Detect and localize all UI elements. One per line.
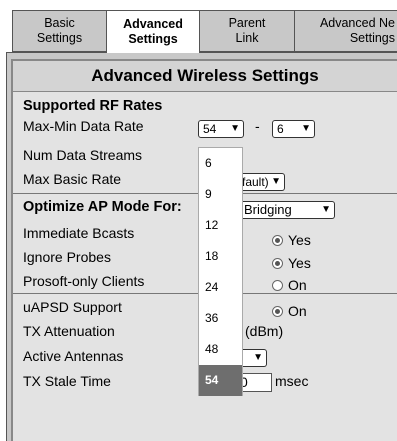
max-basic-rate-value: fault) (242, 175, 269, 189)
settings-frame: Basic Settings Advanced Settings Parent … (0, 0, 397, 441)
tx-attenuation-label: TX Attenuation (23, 323, 115, 339)
tab-label-line1: Advanced Ne (319, 16, 395, 30)
active-antennas-label: Active Antennas (23, 348, 124, 364)
chevron-down-icon: ▼ (230, 123, 240, 134)
min-rate-value: 6 (277, 122, 284, 136)
tab-advanced-network-settings[interactable]: Advanced Ne Settings (294, 10, 397, 52)
chevron-down-icon: ▼ (321, 204, 331, 215)
tab-label-line1: Basic (44, 16, 75, 30)
section-heading-rf-rates: Supported RF Rates (23, 98, 163, 114)
radio-selected-icon (272, 258, 283, 269)
tx-attenuation-unit: (dBm) (245, 323, 284, 339)
dropdown-option[interactable]: 9 (199, 179, 242, 210)
radio-label: Yes (288, 232, 311, 248)
ignore-probes-label: Ignore Probes (23, 249, 111, 265)
ignore-probes-yes-option[interactable]: Yes (272, 255, 311, 271)
tab-label-line2: Settings (128, 32, 178, 46)
min-rate-select[interactable]: 6 ▼ (272, 120, 315, 138)
dropdown-option[interactable]: 18 (199, 241, 242, 272)
dropdown-option[interactable]: 24 (199, 272, 242, 303)
tab-label-line2: Settings (349, 31, 395, 45)
immediate-bcasts-yes-option[interactable]: Yes (272, 232, 311, 248)
radio-unselected-icon (272, 280, 283, 291)
num-data-streams-label: Num Data Streams (23, 147, 143, 163)
tab-label-line1: Advanced (123, 17, 183, 31)
radio-label: On (288, 303, 307, 319)
uapsd-support-label: uAPSD Support (23, 299, 122, 315)
tab-parent-link[interactable]: Parent Link (199, 10, 295, 52)
tab-label-line2: Settings (36, 31, 83, 45)
prosoft-clients-label: Prosoft-only Clients (23, 273, 145, 289)
tab-label-line1: Parent (228, 16, 266, 30)
chevron-down-icon: ▼ (301, 123, 311, 134)
data-rate-dropdown-list[interactable]: 6 9 12 18 24 36 48 54 (198, 147, 243, 396)
prosoft-clients-on-option[interactable]: On (272, 277, 307, 293)
dropdown-option[interactable]: 48 (199, 334, 242, 365)
immediate-bcasts-label: Immediate Bcasts (23, 225, 135, 241)
tab-label-line2: Link (235, 31, 259, 45)
radio-label: Yes (288, 255, 311, 271)
max-min-rate-label: Max-Min Data Rate (23, 118, 144, 134)
tab-advanced-settings[interactable]: Advanced Settings (106, 10, 200, 53)
tx-stale-time-input[interactable]: 0 (238, 373, 272, 392)
uapsd-on-option[interactable]: On (272, 303, 307, 319)
range-separator: - (255, 118, 260, 134)
page-title: Advanced Wireless Settings (13, 61, 397, 92)
max-rate-value: 54 (203, 122, 217, 136)
radio-label: On (288, 277, 307, 293)
chevron-down-icon: ▼ (253, 352, 263, 363)
tx-stale-time-unit: msec (275, 373, 309, 389)
chevron-down-icon: ▼ (271, 176, 281, 187)
dropdown-option[interactable]: 12 (199, 210, 242, 241)
max-basic-rate-label: Max Basic Rate (23, 171, 122, 187)
ap-mode-select[interactable]: Bridging ▼ (232, 201, 335, 219)
dropdown-option-selected[interactable]: 54 (199, 365, 242, 396)
radio-selected-icon (272, 306, 283, 317)
dropdown-option[interactable]: 6 (199, 148, 242, 179)
ap-mode-value: Bridging (244, 202, 292, 217)
max-rate-select[interactable]: 54 ▼ (198, 120, 244, 138)
tab-basic-settings[interactable]: Basic Settings (12, 10, 107, 52)
tx-stale-time-label: TX Stale Time (23, 373, 111, 389)
section-heading-ap-mode: Optimize AP Mode For: (23, 199, 182, 215)
radio-selected-icon (272, 235, 283, 246)
dropdown-option[interactable]: 36 (199, 303, 242, 334)
